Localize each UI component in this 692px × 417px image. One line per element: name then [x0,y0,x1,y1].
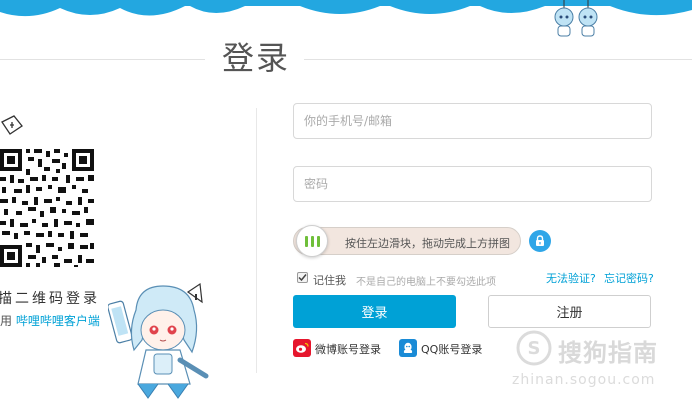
sogou-logo: S [516,330,552,366]
vertical-divider [256,108,257,373]
qr-title: 描二维码登录 [0,291,100,307]
page-title: 登录 [222,39,291,77]
title-divider-left [0,59,205,60]
slider-hint-text: 按住左边滑块，拖动完成上方拼图 [345,237,510,250]
slider-handle[interactable] [296,225,328,257]
remember-me-label[interactable]: 记住我 [313,272,346,288]
qq-icon[interactable] [399,339,417,357]
qr-code [0,145,98,271]
check-icon [298,274,307,282]
mascot-top-illustration [554,0,598,37]
watermark-url: zhinan.sogou.com [512,372,656,388]
qr-subtitle-prefix: 用 [0,314,13,328]
mascot-illustration [108,282,209,399]
bilibili-client-link[interactable]: 哔哩哔哩客户端 [16,314,100,328]
cannot-verify-link[interactable]: 无法验证? [546,270,596,286]
lock-icon [529,230,551,252]
refresh-icon[interactable] [0,112,26,140]
title-divider-right [304,59,692,60]
svg-text:S: S [528,338,541,359]
password-input-wrap [293,166,652,202]
phone-email-input-wrap [293,103,652,139]
watermark-text: 搜狗指南 [558,339,658,367]
remember-me-hint: 不是自己的电脑上不要勾选此项 [356,277,496,288]
weibo-icon[interactable] [293,339,311,357]
qr-subtitle: 用 哔哩哔哩客户端 [0,312,100,329]
slider-handle-icon [304,235,320,247]
qq-login-link[interactable]: QQ账号登录 [421,341,482,357]
weibo-login-link[interactable]: 微博账号登录 [315,341,381,357]
phone-email-input[interactable] [304,104,641,138]
login-button[interactable]: 登录 [293,295,456,328]
forgot-password-link[interactable]: 忘记密码? [604,270,654,286]
password-input[interactable] [304,167,641,201]
register-button[interactable]: 注册 [488,295,651,328]
remember-me-checkbox[interactable] [297,272,308,283]
